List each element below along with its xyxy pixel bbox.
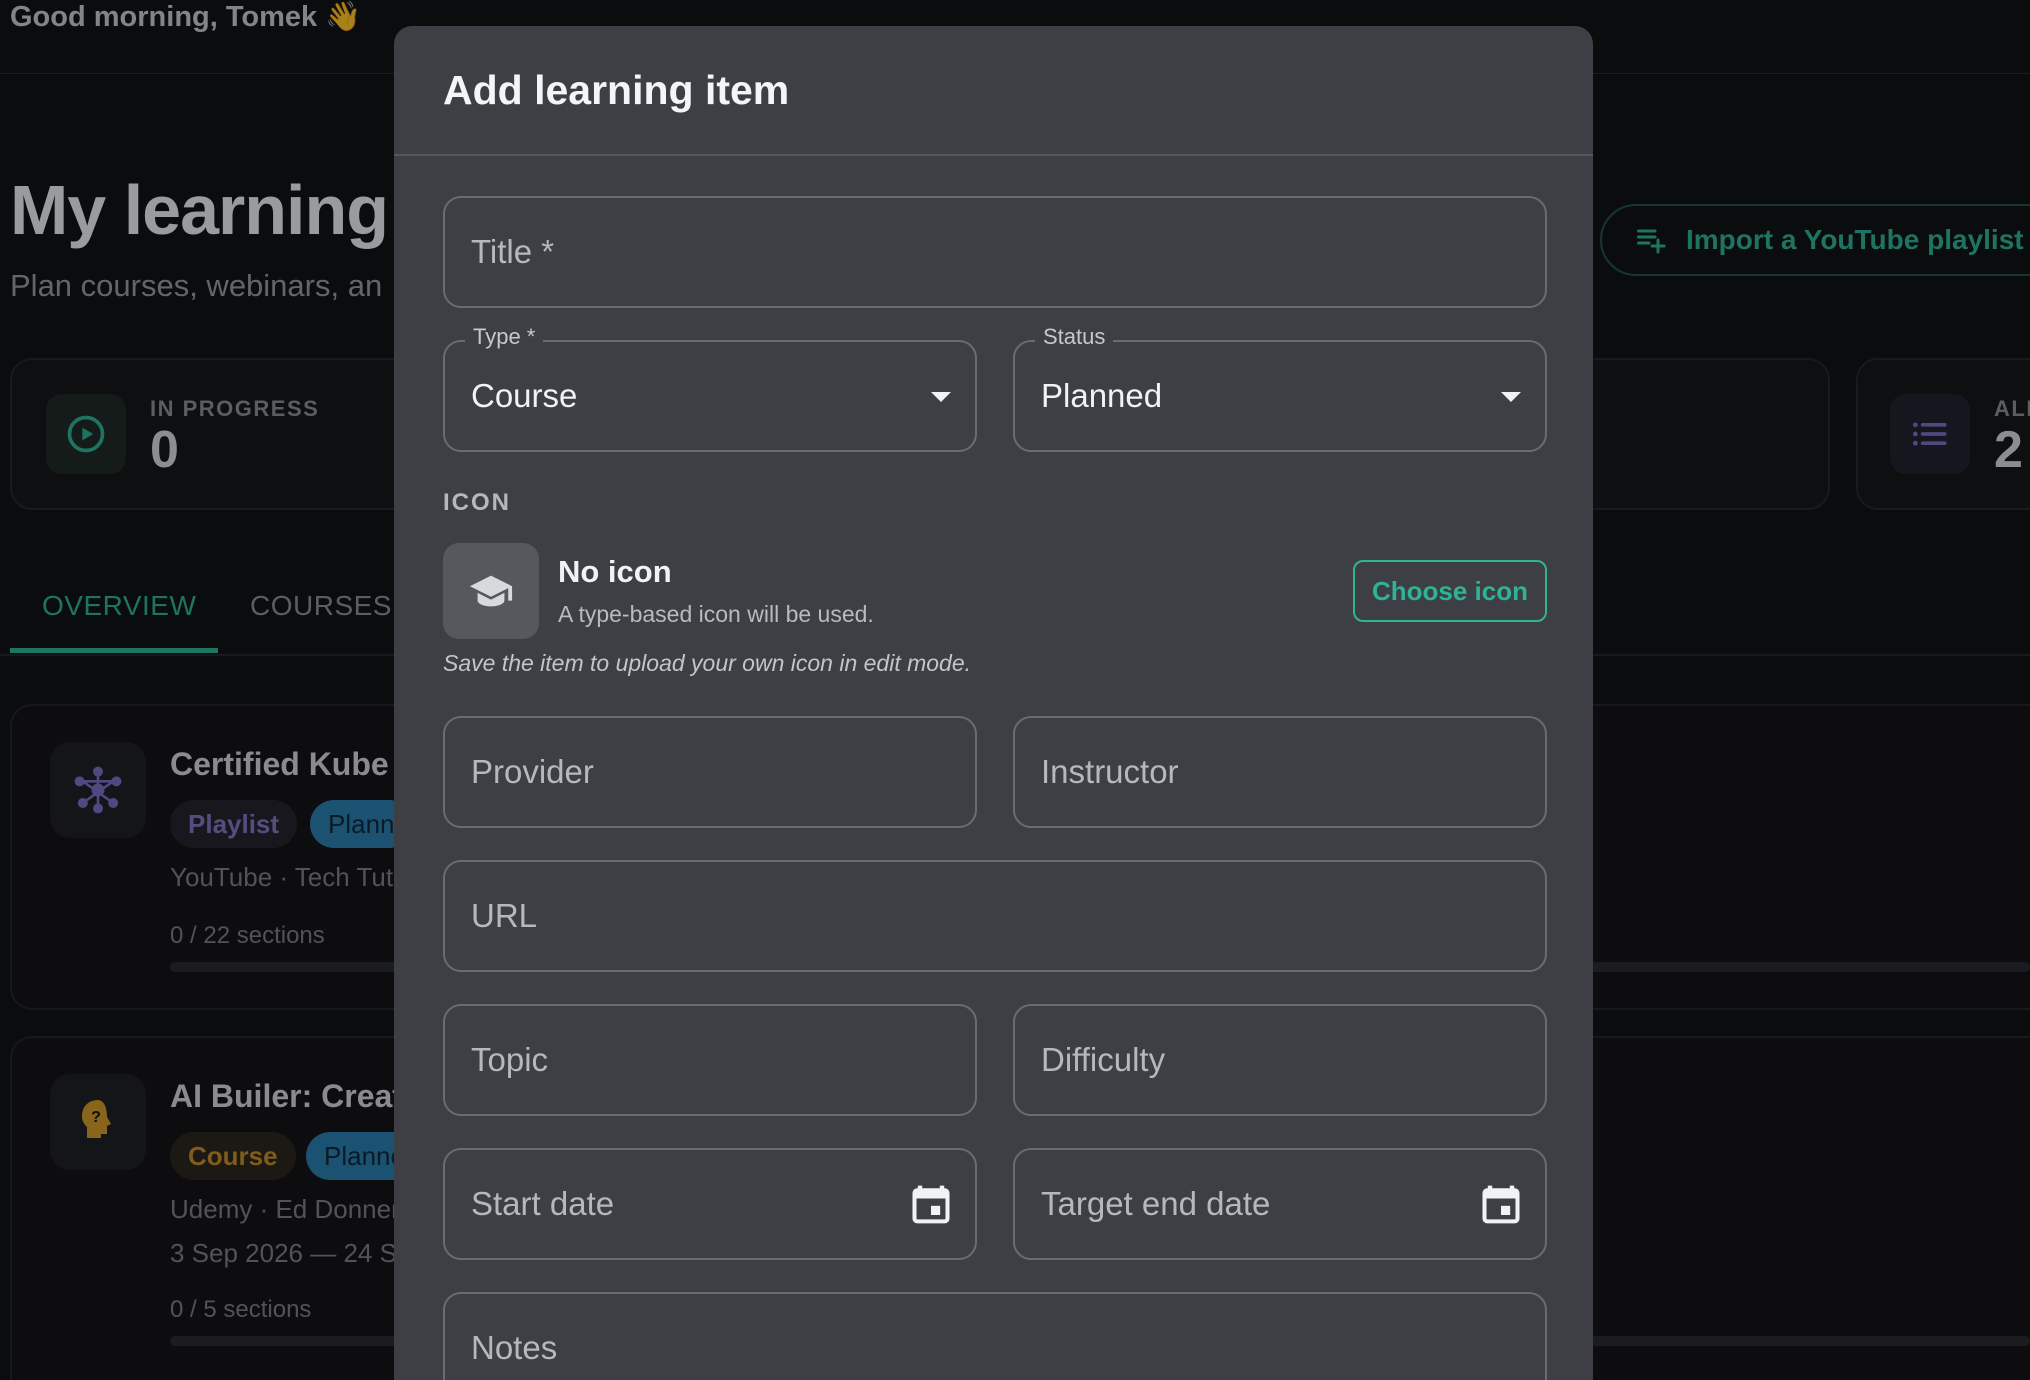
- calendar-icon[interactable]: [909, 1182, 953, 1226]
- provider-field[interactable]: Provider: [443, 716, 977, 828]
- target-end-date-field[interactable]: Target end date: [1013, 1148, 1547, 1260]
- dropdown-arrow-icon: [1501, 392, 1521, 402]
- status-value: Planned: [1041, 377, 1163, 414]
- icon-upload-note: Save the item to upload your own icon in…: [443, 650, 972, 676]
- title-placeholder: Title *: [471, 233, 555, 270]
- dialog-header: Add learning item: [394, 26, 1593, 156]
- status-select[interactable]: Status Planned: [1013, 324, 1547, 452]
- dialog-title: Add learning item: [443, 66, 790, 113]
- dropdown-arrow-icon: [931, 392, 951, 402]
- url-placeholder: URL: [471, 897, 538, 934]
- icon-section-label: ICON: [443, 489, 511, 516]
- choose-icon-button[interactable]: Choose icon: [1353, 560, 1547, 622]
- type-legend: Type *: [465, 324, 544, 350]
- icon-name: No icon: [558, 554, 672, 589]
- instructor-placeholder: Instructor: [1041, 753, 1179, 790]
- difficulty-placeholder: Difficulty: [1041, 1041, 1166, 1078]
- calendar-icon[interactable]: [1479, 1182, 1523, 1226]
- instructor-field[interactable]: Instructor: [1013, 716, 1547, 828]
- add-learning-item-dialog: Add learning item Title * Type * Course …: [394, 26, 1593, 1380]
- provider-placeholder: Provider: [471, 753, 594, 790]
- topic-field[interactable]: Topic: [443, 1004, 977, 1116]
- title-field[interactable]: Title *: [443, 196, 1547, 308]
- start-date-placeholder: Start date: [471, 1185, 615, 1222]
- start-date-field[interactable]: Start date: [443, 1148, 977, 1260]
- status-legend: Status: [1035, 324, 1114, 350]
- type-select[interactable]: Type * Course: [443, 324, 977, 452]
- notes-placeholder: Notes: [471, 1329, 558, 1366]
- target-end-date-placeholder: Target end date: [1041, 1185, 1271, 1222]
- type-value: Course: [471, 377, 578, 414]
- icon-hint: A type-based icon will be used.: [558, 601, 874, 627]
- difficulty-field[interactable]: Difficulty: [1013, 1004, 1547, 1116]
- url-field[interactable]: URL: [443, 860, 1547, 972]
- topic-placeholder: Topic: [471, 1041, 549, 1078]
- graduation-cap-icon: [443, 543, 539, 639]
- notes-field[interactable]: Notes: [443, 1292, 1547, 1380]
